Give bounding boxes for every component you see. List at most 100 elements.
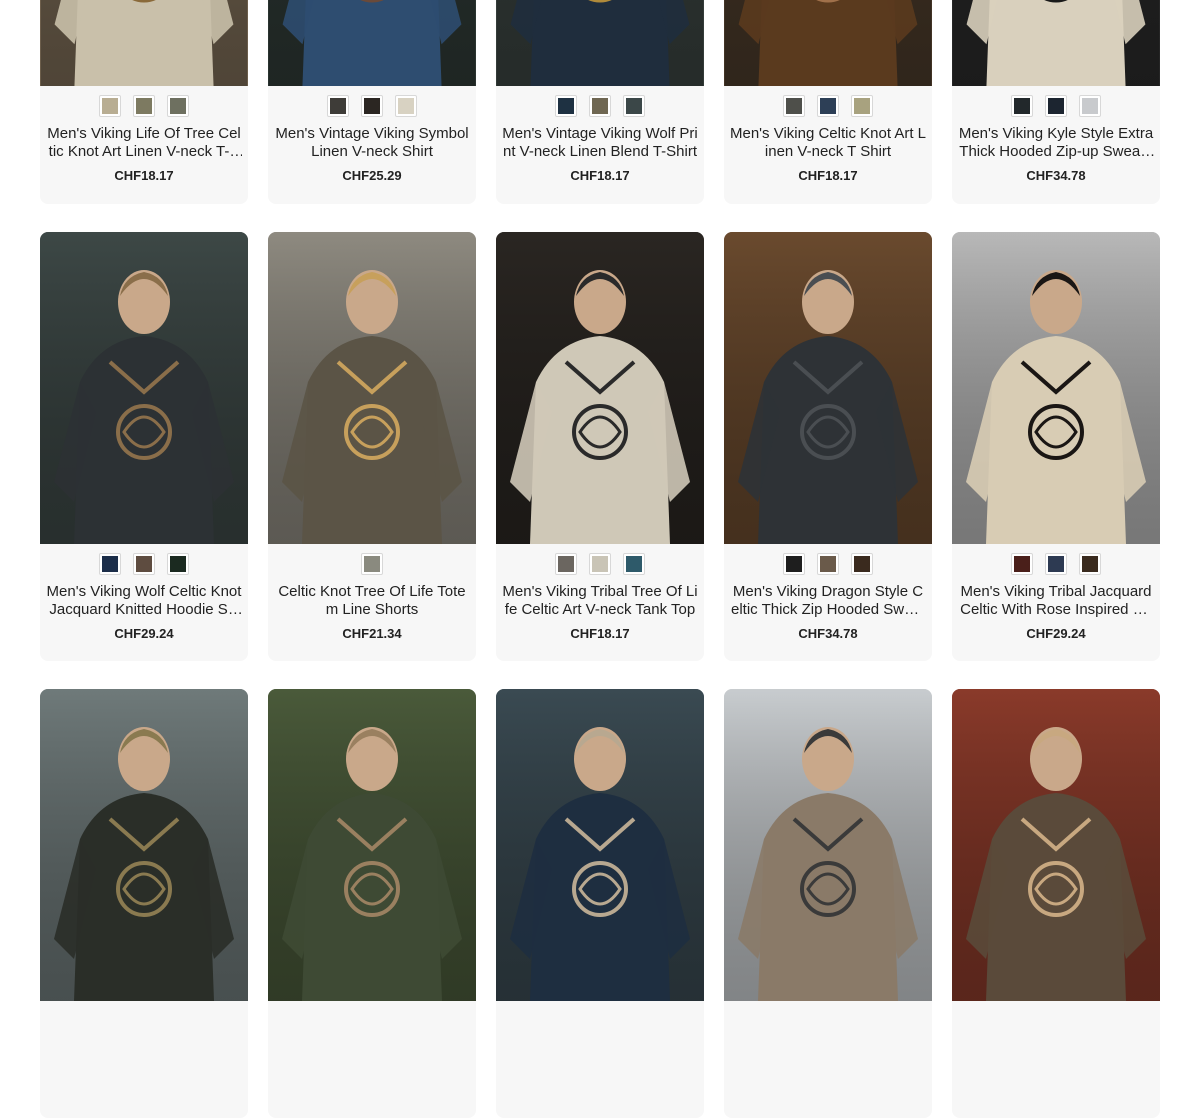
- color-swatch[interactable]: [167, 553, 189, 575]
- viking-hood-product-image[interactable]: [40, 689, 248, 1001]
- viking-shirt-on-hanger-image[interactable]: [268, 689, 476, 1001]
- product-title[interactable]: Men's Viking Tribal Jacquard Celtic With…: [958, 583, 1154, 619]
- viking-blue-hoodie-image[interactable]: [496, 689, 704, 1001]
- color-swatch[interactable]: [851, 553, 873, 575]
- color-swatch[interactable]: [1079, 95, 1101, 117]
- color-swatch[interactable]: [99, 553, 121, 575]
- color-swatches: [952, 95, 1160, 119]
- product-title[interactable]: Men's Vintage Viking Symbol Linen V-neck…: [274, 125, 470, 161]
- product-card[interactable]: [268, 689, 476, 1118]
- product-photo-illustration: [40, 689, 248, 1001]
- product-card[interactable]: Men's Viking Dragon Style Celtic Thick Z…: [724, 232, 932, 661]
- swatch-thumbnail: [820, 556, 836, 572]
- product-card[interactable]: [952, 689, 1160, 1118]
- color-swatch[interactable]: [361, 553, 383, 575]
- color-swatch[interactable]: [133, 553, 155, 575]
- swatch-thumbnail: [1048, 98, 1064, 114]
- viking-hooded-sweater-image[interactable]: [952, 0, 1160, 86]
- product-price: CHF18.17: [570, 168, 630, 183]
- tree-of-life-shorts-image[interactable]: [268, 232, 476, 544]
- product-photo-illustration: [40, 232, 248, 544]
- swatch-thumbnail: [330, 98, 346, 114]
- viking-wolf-print-shirt-image[interactable]: [496, 0, 704, 86]
- product-photo-illustration: [268, 232, 476, 544]
- product-photo-illustration: [724, 232, 932, 544]
- swatch-thumbnail: [364, 556, 380, 572]
- product-title[interactable]: Men's Viking Celtic Knot Art Linen V-nec…: [730, 125, 926, 161]
- product-card[interactable]: [40, 689, 248, 1118]
- product-photo-illustration: [268, 689, 476, 1001]
- swatch-thumbnail: [854, 556, 870, 572]
- product-photo-illustration: [496, 232, 704, 544]
- product-title[interactable]: Men's Viking Tribal Tree Of Life Celtic …: [502, 583, 698, 619]
- color-swatches: [268, 553, 476, 577]
- viking-symbol-shirt-image[interactable]: [268, 0, 476, 86]
- product-title[interactable]: Celtic Knot Tree Of Life Totem Line Shor…: [274, 583, 470, 619]
- viking-rose-jacquard-hoodie-image[interactable]: [952, 232, 1160, 544]
- product-card[interactable]: Celtic Knot Tree Of Life Totem Line Shor…: [268, 232, 476, 661]
- product-title[interactable]: Men's Viking Life Of Tree Celtic Knot Ar…: [46, 125, 242, 161]
- product-card[interactable]: Men's Vintage Viking Wolf Print V-neck L…: [496, 0, 704, 204]
- color-swatch[interactable]: [1011, 95, 1033, 117]
- color-swatch[interactable]: [99, 95, 121, 117]
- color-swatch[interactable]: [1045, 95, 1067, 117]
- color-swatch[interactable]: [555, 95, 577, 117]
- product-card[interactable]: Men's Viking Tribal Jacquard Celtic With…: [952, 232, 1160, 661]
- product-price: CHF34.78: [798, 626, 858, 641]
- color-swatch[interactable]: [1045, 553, 1067, 575]
- product-title[interactable]: Men's Viking Wolf Celtic Knot Jacquard K…: [46, 583, 242, 619]
- product-card[interactable]: [724, 689, 932, 1118]
- product-card[interactable]: Men's Viking Celtic Knot Art Linen V-nec…: [724, 0, 932, 204]
- product-photo-illustration: [952, 0, 1160, 86]
- swatch-thumbnail: [136, 98, 152, 114]
- product-card[interactable]: Men's Viking Life Of Tree Celtic Knot Ar…: [40, 0, 248, 204]
- color-swatch[interactable]: [817, 553, 839, 575]
- color-swatch[interactable]: [361, 95, 383, 117]
- color-swatch[interactable]: [783, 95, 805, 117]
- color-swatch[interactable]: [783, 553, 805, 575]
- swatch-thumbnail: [364, 98, 380, 114]
- product-price: CHF18.17: [114, 168, 174, 183]
- product-title[interactable]: Men's Viking Dragon Style Celtic Thick Z…: [730, 583, 926, 619]
- swatch-thumbnail: [820, 98, 836, 114]
- viking-wolf-hoodie-image[interactable]: [40, 232, 248, 544]
- product-photo-illustration: [268, 0, 476, 86]
- product-title[interactable]: Men's Viking Kyle Style Extra Thick Hood…: [958, 125, 1154, 161]
- swatch-thumbnail: [558, 556, 574, 572]
- swatch-thumbnail: [558, 98, 574, 114]
- viking-tree-linen-shirt-image[interactable]: [40, 0, 248, 86]
- color-swatch[interactable]: [589, 553, 611, 575]
- color-swatch[interactable]: [589, 95, 611, 117]
- swatch-thumbnail: [1014, 556, 1030, 572]
- viking-tree-tank-top-image[interactable]: [496, 232, 704, 544]
- product-price: CHF18.17: [798, 168, 858, 183]
- color-swatch[interactable]: [1011, 553, 1033, 575]
- color-swatch[interactable]: [555, 553, 577, 575]
- product-title[interactable]: Men's Vintage Viking Wolf Print V-neck L…: [502, 125, 698, 161]
- color-swatches: [268, 95, 476, 119]
- viking-celtic-knot-shirt-image[interactable]: [724, 0, 932, 86]
- color-swatches: [724, 553, 932, 577]
- color-swatch[interactable]: [395, 95, 417, 117]
- color-swatch[interactable]: [327, 95, 349, 117]
- color-swatch[interactable]: [851, 95, 873, 117]
- product-price: CHF21.34: [342, 626, 402, 641]
- color-swatch[interactable]: [167, 95, 189, 117]
- viking-dragon-hooded-sweater-image[interactable]: [724, 232, 932, 544]
- swatch-thumbnail: [592, 98, 608, 114]
- product-price: CHF34.78: [1026, 168, 1086, 183]
- color-swatch[interactable]: [623, 553, 645, 575]
- product-card[interactable]: Men's Viking Wolf Celtic Knot Jacquard K…: [40, 232, 248, 661]
- product-card[interactable]: Men's Viking Tribal Tree Of Life Celtic …: [496, 232, 704, 661]
- viking-cabin-sweater-image[interactable]: [952, 689, 1160, 1001]
- viking-snow-sweater-image[interactable]: [724, 689, 932, 1001]
- color-swatch[interactable]: [1079, 553, 1101, 575]
- color-swatch[interactable]: [133, 95, 155, 117]
- product-card[interactable]: Men's Viking Kyle Style Extra Thick Hood…: [952, 0, 1160, 204]
- product-card[interactable]: [496, 689, 704, 1118]
- color-swatch[interactable]: [817, 95, 839, 117]
- swatch-thumbnail: [1048, 556, 1064, 572]
- product-card[interactable]: Men's Vintage Viking Symbol Linen V-neck…: [268, 0, 476, 204]
- color-swatch[interactable]: [623, 95, 645, 117]
- product-price: CHF29.24: [1026, 626, 1086, 641]
